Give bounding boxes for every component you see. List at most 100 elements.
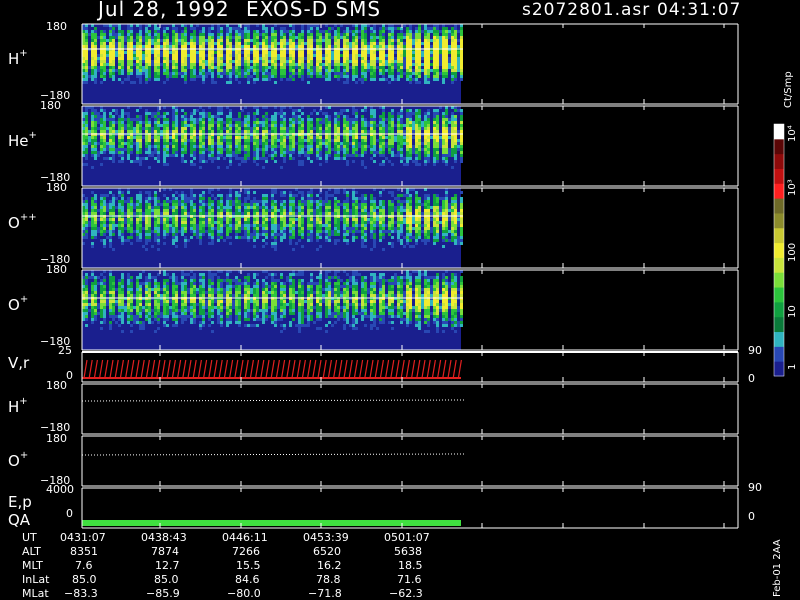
heatmap-cell (268, 72, 271, 75)
heatmap-cell (103, 60, 106, 63)
heatmap-cell (400, 221, 403, 224)
heatmap-cell (148, 151, 151, 154)
heatmap-cell (256, 51, 259, 54)
heatmap-cell (427, 109, 430, 112)
heatmap-cell (418, 36, 421, 39)
heatmap-cell (397, 54, 400, 57)
heatmap-cell (91, 148, 94, 151)
heatmap-cell (334, 54, 337, 57)
heatmap-cell (418, 51, 421, 54)
heatmap-cell (226, 166, 229, 169)
heatmap-cell (193, 230, 196, 233)
heatmap-cell (238, 45, 241, 48)
heatmap-cell (112, 60, 115, 63)
heatmap-cell (112, 130, 115, 133)
heatmap-cell (316, 30, 319, 33)
heatmap-cell (280, 239, 283, 242)
heatmap-cell (106, 148, 109, 151)
heatmap-cell (148, 206, 151, 209)
heatmap-cell (325, 197, 328, 200)
heatmap-cell (85, 142, 88, 145)
heatmap-cell (136, 154, 139, 157)
heatmap-cell (271, 221, 274, 224)
heatmap-cell (355, 127, 358, 130)
heatmap-cell (238, 218, 241, 221)
heatmap-cell (406, 121, 409, 124)
heatmap-cell (382, 148, 385, 151)
heatmap-cell (166, 230, 169, 233)
heatmap-cell (451, 75, 454, 78)
heatmap-cell (244, 30, 247, 33)
heatmap-cell (406, 160, 409, 163)
heatmap-cell (367, 121, 370, 124)
heatmap-cell (124, 212, 127, 215)
heatmap-cell (160, 203, 163, 206)
heatmap-cell (139, 33, 142, 36)
heatmap-cell (382, 115, 385, 118)
heatmap-cell (214, 42, 217, 45)
heatmap-cell (319, 200, 322, 203)
heatmap-cell (211, 27, 214, 30)
heatmap-cell (226, 148, 229, 151)
heatmap-cell (286, 136, 289, 139)
heatmap-cell (217, 236, 220, 239)
heatmap-cell (331, 54, 334, 57)
heatmap-cell (154, 54, 157, 57)
heatmap-cell (190, 27, 193, 30)
heatmap-cell (271, 200, 274, 203)
heatmap-cell (337, 209, 340, 212)
heatmap-cell (130, 54, 133, 57)
heatmap-cell (325, 121, 328, 124)
heatmap-cell (118, 54, 121, 57)
heatmap-cell (352, 154, 355, 157)
heatmap-cell (238, 139, 241, 142)
heatmap-cell (391, 45, 394, 48)
heatmap-cell (388, 136, 391, 139)
heatmap-cell (409, 127, 412, 130)
heatmap-cell (292, 157, 295, 160)
heatmap-cell (172, 63, 175, 66)
heatmap-cell (319, 72, 322, 75)
heatmap-cell (247, 194, 250, 197)
heatmap-cell (229, 124, 232, 127)
heatmap-cell (382, 124, 385, 127)
heatmap-cell (184, 72, 187, 75)
heatmap-cell (247, 203, 250, 206)
heatmap-cell (121, 206, 124, 209)
heatmap-cell (394, 209, 397, 212)
heatmap-cell (424, 30, 427, 33)
heatmap-cell (91, 118, 94, 121)
heatmap-cell (274, 66, 277, 69)
heatmap-cell (139, 163, 142, 166)
heatmap-cell (451, 154, 454, 157)
heatmap-cell (265, 197, 268, 200)
heatmap-cell (391, 69, 394, 72)
heatmap-cell (127, 148, 130, 151)
heatmap-cell (361, 136, 364, 139)
heatmap-cell (169, 200, 172, 203)
heatmap-cell (211, 63, 214, 66)
heatmap-cell (427, 145, 430, 148)
heatmap-cell (127, 60, 130, 63)
heatmap-cell (325, 118, 328, 121)
heatmap-cell (451, 112, 454, 115)
heatmap-cell (154, 130, 157, 133)
heatmap-cell (415, 75, 418, 78)
heatmap-cell (106, 63, 109, 66)
heatmap-cell (310, 224, 313, 227)
heatmap-cell (343, 154, 346, 157)
heatmap-cell (406, 54, 409, 57)
heatmap-cell (319, 33, 322, 36)
heatmap-cell (148, 36, 151, 39)
heatmap-cell (136, 51, 139, 54)
heatmap-cell (157, 139, 160, 142)
heatmap-cell (220, 145, 223, 148)
heatmap-cell (397, 121, 400, 124)
heatmap-cell (328, 78, 331, 81)
heatmap-cell (139, 151, 142, 154)
heatmap-cell (232, 124, 235, 127)
heatmap-cell (343, 127, 346, 130)
heatmap-cell (451, 145, 454, 148)
heatmap-cell (130, 242, 133, 245)
heatmap-cell (193, 212, 196, 215)
